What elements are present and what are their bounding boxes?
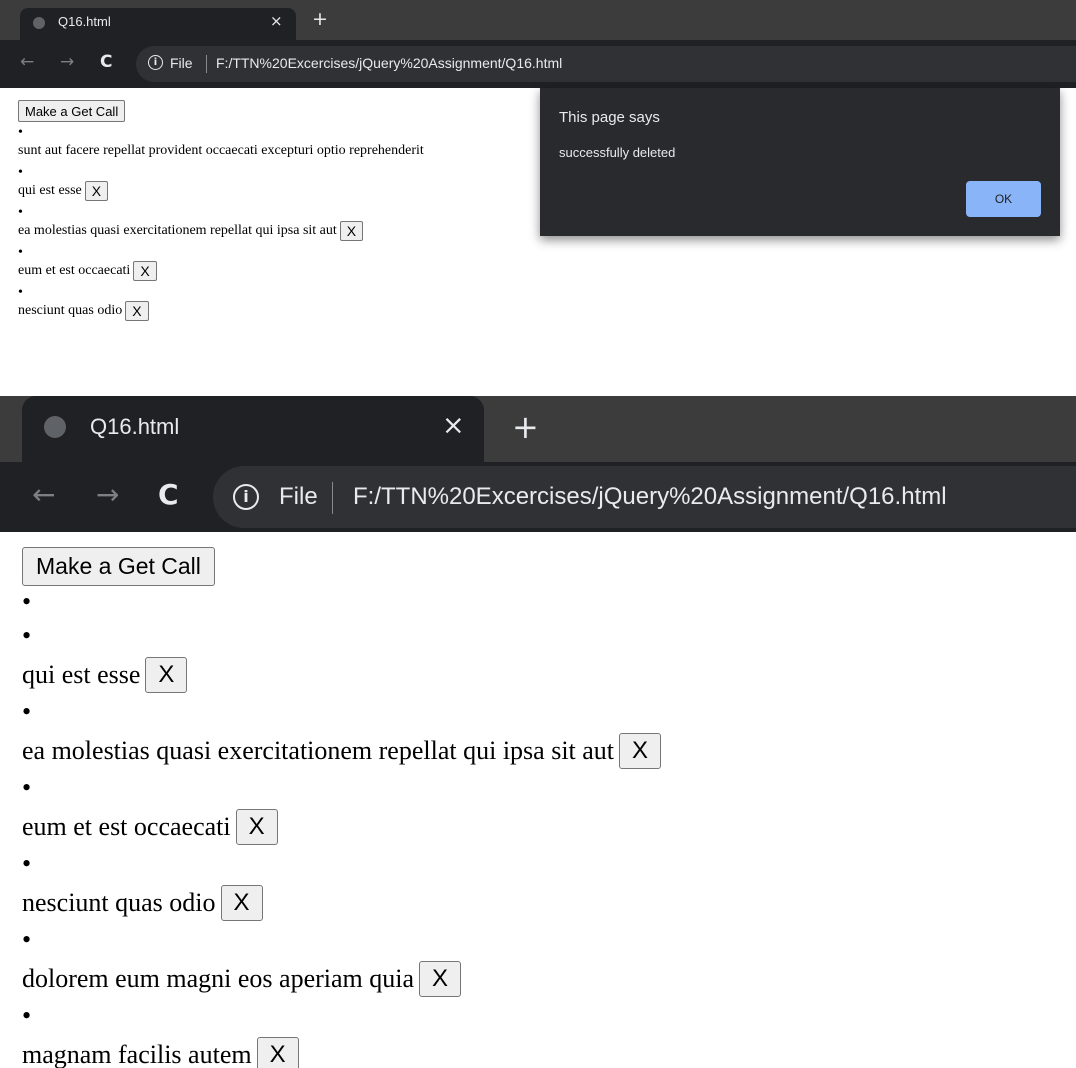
list-bullet: • [18, 165, 23, 180]
delete-button[interactable]: X [419, 961, 462, 997]
page-content: Make a Get Call • • qui est esse X • ea … [22, 547, 662, 1068]
address-separator [206, 55, 207, 73]
list-bullet: • [22, 925, 32, 954]
browser-toolbar: ← → C i File F:/TTN%20Excercises/jQuery%… [0, 462, 1076, 532]
post-title: eum et est occaecati [22, 812, 231, 841]
delete-button[interactable]: X [235, 809, 278, 845]
browser-toolbar: ← → C i File F:/TTN%20Excercises/jQuery%… [0, 40, 1076, 88]
delete-button[interactable]: X [619, 733, 662, 769]
forward-arrow-icon[interactable]: → [60, 52, 74, 72]
list-item: ea molestias quasi exercitationem repell… [18, 220, 424, 242]
post-title: dolorem eum magni eos aperiam quia [22, 964, 415, 993]
delete-button[interactable]: X [339, 221, 364, 241]
list-bullet: • [22, 773, 32, 802]
page-content: Make a Get Call • sunt aut facere repell… [18, 100, 424, 322]
post-title: eum et est occaecati [18, 263, 131, 278]
post-list: • sunt aut facere repellat provident occ… [18, 125, 424, 322]
dialog-title: This page says [559, 109, 660, 126]
back-arrow-icon[interactable]: ← [32, 479, 55, 511]
make-get-call-button[interactable]: Make a Get Call [18, 100, 126, 122]
tab-title: Q16.html [90, 414, 180, 439]
list-item: qui est esse X [22, 654, 661, 696]
browser-window-small: Q16.html × + ← → C i File F:/TTN%20Excer… [0, 0, 1076, 340]
tab-strip: Q16.html × + [0, 0, 1076, 40]
address-bar[interactable]: i File F:/TTN%20Excercises/jQuery%20Assi… [136, 46, 1076, 82]
list-bullet: • [18, 205, 23, 220]
post-title: nesciunt quas odio [22, 888, 216, 917]
list-bullet: • [22, 1001, 32, 1030]
reload-icon[interactable]: C [158, 479, 179, 511]
list-item: nesciunt quas odio X [18, 300, 424, 322]
list-item: ea molestias quasi exercitationem repell… [22, 730, 662, 772]
post-title: qui est esse [22, 660, 141, 689]
list-item: magnam facilis autem X [22, 1034, 661, 1068]
list-item: sunt aut facere repellat provident occae… [18, 140, 424, 162]
back-arrow-icon[interactable]: ← [20, 52, 34, 72]
list-bullet: • [22, 697, 32, 726]
url-text[interactable]: F:/TTN%20Excercises/jQuery%20Assignment/… [353, 483, 947, 511]
globe-icon [33, 17, 45, 29]
post-title: qui est esse [18, 183, 82, 198]
forward-arrow-icon[interactable]: → [96, 479, 119, 511]
new-tab-icon[interactable]: + [512, 410, 539, 444]
post-title: ea molestias quasi exercitationem repell… [22, 736, 615, 765]
list-bullet: • [22, 621, 32, 650]
list-bullet: • [18, 125, 23, 140]
globe-icon [44, 416, 66, 438]
info-icon[interactable]: i [233, 484, 259, 510]
reload-icon[interactable]: C [100, 52, 112, 72]
tab-q16[interactable]: Q16.html × [20, 8, 296, 40]
tab-title: Q16.html [58, 14, 111, 29]
list-bullet: • [22, 849, 32, 878]
close-tab-icon[interactable]: × [270, 12, 283, 30]
alert-dialog: This page says successfully deleted OK [540, 88, 1060, 236]
close-tab-icon[interactable]: × [442, 410, 465, 441]
list-bullet: • [18, 245, 23, 260]
post-list: • • qui est esse X • ea molestias quasi … [22, 586, 662, 1068]
post-title: magnam facilis autem [22, 1040, 252, 1068]
browser-window-zoomed: Q16.html × + ← → C i File F:/TTN%20Excer… [0, 396, 1076, 1068]
tab-strip: Q16.html × + [0, 396, 1076, 462]
tab-q16[interactable]: Q16.html × [22, 396, 484, 462]
delete-button[interactable]: X [220, 885, 263, 921]
list-item: dolorem eum magni eos aperiam quia X [22, 958, 661, 1000]
ok-button[interactable]: OK [966, 181, 1041, 217]
post-title: ea molestias quasi exercitationem repell… [18, 223, 337, 238]
delete-button[interactable]: X [145, 657, 188, 693]
delete-button[interactable]: X [133, 261, 157, 281]
new-tab-icon[interactable]: + [312, 8, 328, 30]
dialog-message: successfully deleted [559, 145, 676, 160]
list-item: qui est esse X [18, 180, 424, 202]
info-icon[interactable]: i [148, 55, 163, 70]
post-title: nesciunt quas odio [18, 303, 123, 318]
list-item: nesciunt quas odio X [22, 882, 661, 924]
post-title: sunt aut facere repellat provident occae… [18, 143, 424, 158]
list-item: eum et est occaecati X [22, 806, 661, 848]
list-bullet: • [18, 285, 23, 300]
make-get-call-button[interactable]: Make a Get Call [22, 547, 215, 586]
file-scheme-label: File [279, 483, 318, 510]
file-scheme-label: File [170, 55, 193, 71]
delete-button[interactable]: X [125, 301, 149, 321]
url-text[interactable]: F:/TTN%20Excercises/jQuery%20Assignment/… [216, 55, 562, 71]
address-separator [332, 482, 333, 514]
delete-button[interactable]: X [84, 181, 109, 201]
address-bar[interactable]: i File F:/TTN%20Excercises/jQuery%20Assi… [213, 466, 1076, 528]
list-bullet: • [22, 587, 32, 616]
list-item: eum et est occaecati X [18, 260, 424, 282]
delete-button[interactable]: X [256, 1037, 299, 1068]
